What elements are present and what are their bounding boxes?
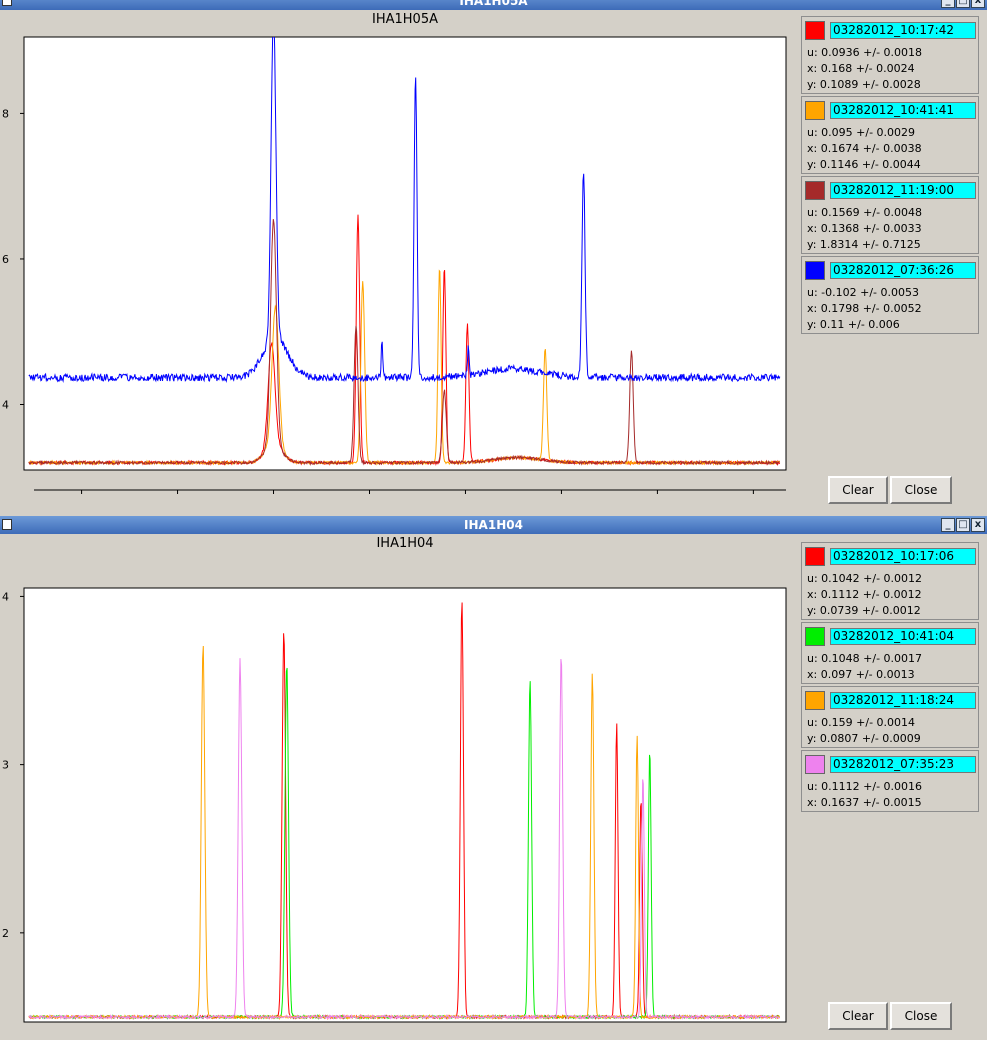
close-window-button[interactable]: x [971,0,985,8]
legend-item: 03282012_10:17:42 u: 0.0936 +/- 0.0018 x: … [801,16,979,94]
plot-background [23,36,787,471]
series-name-field[interactable]: 03282012_10:41:04 [830,628,976,645]
series-name-field[interactable]: 03282012_11:19:00 [830,182,976,199]
minimize-button[interactable]: _ [941,518,955,532]
color-swatch[interactable] [805,181,825,200]
y-tick-label: 3 [2,759,9,772]
fit-stat: y: 0.0739 +/- 0.0012 [807,604,921,617]
plot-window-2: IHA1H04 _□x IHA1H04 20406080234 03282012… [0,516,987,1040]
series-name-field[interactable]: 03282012_07:36:26 [830,262,976,279]
close-button[interactable]: Close [890,1002,952,1030]
y-tick-label: 4 [2,399,9,412]
fit-stat: u: 0.0936 +/- 0.0018 [807,46,923,59]
legend-item: 03282012_10:17:06 u: 0.1042 +/- 0.0012 x: … [801,542,979,620]
fit-stat: u: 0.1112 +/- 0.0016 [807,780,923,793]
fit-stat: y: 0.1089 +/- 0.0028 [807,78,921,91]
fit-stat: u: 0.1569 +/- 0.0048 [807,206,923,219]
legend-item: 03282012_10:41:41 u: 0.095 +/- 0.0029 x: 0… [801,96,979,174]
fit-stat: x: 0.1637 +/- 0.0015 [807,796,922,809]
series-name-field[interactable]: 03282012_07:35:23 [830,756,976,773]
window-titlebar[interactable]: IHA1H04 _ □ x [0,516,987,534]
window-titlebar[interactable]: IHA1H05A _ □ x [0,0,987,10]
fit-stat: y: 0.0807 +/- 0.0009 [807,732,921,745]
close-button[interactable]: Close [890,476,952,504]
fit-stat: x: 0.1368 +/- 0.0033 [807,222,922,235]
fit-stat: x: 0.1674 +/- 0.0038 [807,142,922,155]
legend-item: 03282012_10:41:04 u: 0.1048 +/- 0.0017 x: … [801,622,979,684]
window-menu-icon[interactable] [2,0,12,6]
fit-stat: u: 0.095 +/- 0.0029 [807,126,916,139]
y-tick-label: 2 [2,927,9,940]
color-swatch[interactable] [805,261,825,280]
clear-button[interactable]: Clear [828,1002,888,1030]
window-title: IHA1H05A [459,0,528,8]
fit-stat: u: 0.1042 +/- 0.0012 [807,572,923,585]
minimize-button[interactable]: _ [941,0,955,8]
window-menu-icon[interactable] [2,519,12,530]
fit-stat: u: 0.1048 +/- 0.0017 [807,652,923,665]
color-swatch[interactable] [805,627,825,646]
maximize-button[interactable]: □ [956,0,970,8]
color-swatch[interactable] [805,21,825,40]
fit-stat: x: 0.097 +/- 0.0013 [807,668,915,681]
plot-area: IHA1H05A 20406080468 [0,10,796,494]
fit-stat: x: 0.1798 +/- 0.0052 [807,302,922,315]
series-name-field[interactable]: 03282012_11:18:24 [830,692,976,709]
chart[interactable]: 20406080234 [0,534,796,1040]
clear-button[interactable]: Clear [828,476,888,504]
fit-stat: y: 0.11 +/- 0.006 [807,318,900,331]
color-swatch[interactable] [805,101,825,120]
legend-item: 03282012_07:35:23 u: 0.1112 +/- 0.0016 x: … [801,750,979,812]
chart[interactable]: 20406080468 [0,10,796,494]
plot-window-1: IHA1H05A _□x IHA1H05A 20406080468 032820… [0,0,987,512]
plot-area: IHA1H04 20406080234 [0,534,796,1040]
legend-item: 03282012_07:36:26 u: -0.102 +/- 0.0053 x: … [801,256,979,334]
fit-stat: u: -0.102 +/- 0.0053 [807,286,920,299]
fit-stat: x: 0.1112 +/- 0.0012 [807,588,922,601]
color-swatch[interactable] [805,755,825,774]
color-swatch[interactable] [805,547,825,566]
plot-background [23,587,787,1023]
close-window-button[interactable]: x [971,518,985,532]
window-title: IHA1H04 [464,518,523,532]
series-name-field[interactable]: 03282012_10:17:06 [830,548,976,565]
y-tick-label: 4 [2,590,9,603]
legend-item: 03282012_11:19:00 u: 0.1569 +/- 0.0048 x: … [801,176,979,254]
series-name-field[interactable]: 03282012_10:17:42 [830,22,976,39]
series-name-field[interactable]: 03282012_10:41:41 [830,102,976,119]
maximize-button[interactable]: □ [956,518,970,532]
fit-stat: x: 0.168 +/- 0.0024 [807,62,915,75]
fit-stat: y: 0.1146 +/- 0.0044 [807,158,921,171]
y-tick-label: 6 [2,253,9,266]
fit-stat: y: 1.8314 +/- 0.7125 [807,238,921,251]
y-tick-label: 8 [2,107,9,120]
color-swatch[interactable] [805,691,825,710]
fit-stat: u: 0.159 +/- 0.0014 [807,716,916,729]
legend-item: 03282012_11:18:24 u: 0.159 +/- 0.0014 y: 0… [801,686,979,748]
